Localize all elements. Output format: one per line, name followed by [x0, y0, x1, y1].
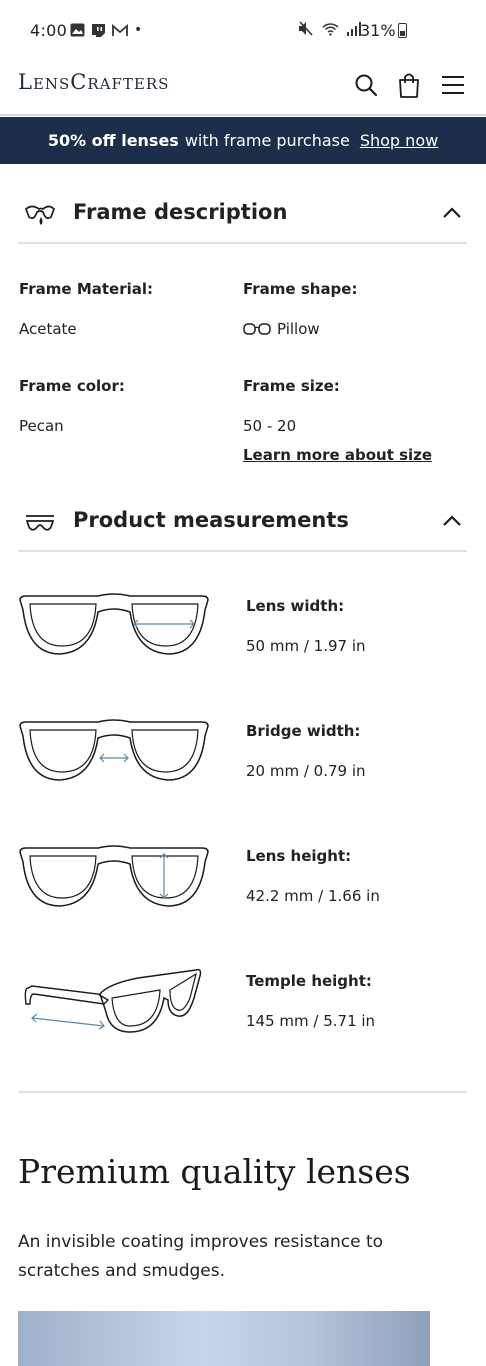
app-header: LensCrafters: [0, 60, 486, 116]
battery-icon: [397, 23, 407, 38]
status-time: 4:00: [30, 21, 68, 40]
lens-width-diagram: [19, 593, 209, 655]
bridge-width-value: 20 mm / 0.79 in: [246, 762, 366, 780]
temple-height-label: Temple height:: [246, 972, 372, 990]
temple-height-diagram: [24, 968, 202, 1033]
lens-image: [18, 1311, 430, 1366]
frame-shape-label: Frame shape:: [243, 280, 358, 298]
gmail-icon: [112, 23, 128, 36]
bridge-width-diagram: [19, 719, 209, 781]
frame-color-value: Pecan: [19, 417, 64, 435]
chevron-up-icon[interactable]: [441, 202, 463, 224]
lens-height-value: 42.2 mm / 1.66 in: [246, 887, 380, 905]
promo-text: with frame purchase: [184, 131, 350, 150]
premium-lenses-title: Premium quality lenses: [18, 1152, 411, 1191]
frame-size-label: Frame size:: [243, 377, 340, 395]
temple-height-value: 145 mm / 5.71 in: [246, 1012, 376, 1030]
promo-banner: 50% off lenses with frame purchase Shop …: [0, 117, 486, 164]
section-divider: [18, 1091, 467, 1093]
frame-size-value: 50 - 20: [243, 417, 297, 435]
frame-material-value: Acetate: [19, 320, 77, 338]
bridge-width-label: Bridge width:: [246, 722, 361, 740]
search-icon[interactable]: [352, 71, 380, 99]
status-notification-icons: •: [70, 21, 142, 39]
frame-shape-value: Pillow: [277, 320, 320, 338]
frame-material-label: Frame Material:: [19, 280, 154, 298]
pillow-shape-icon: [243, 323, 271, 335]
lens-width-value: 50 mm / 1.97 in: [246, 637, 366, 655]
status-bar: 4:00 • 31%: [0, 0, 486, 60]
menu-icon[interactable]: [439, 71, 467, 99]
lens-height-label: Lens height:: [246, 847, 352, 865]
shop-now-link[interactable]: Shop now: [360, 131, 438, 150]
learn-more-size-link[interactable]: Learn more about size: [243, 446, 432, 464]
frame-color-label: Frame color:: [19, 377, 125, 395]
chevron-up-icon[interactable]: [441, 510, 463, 532]
premium-lenses-text: An invisible coating improves resistance…: [18, 1232, 384, 1281]
glasses-drop-icon: [24, 205, 55, 225]
brand-logo[interactable]: LensCrafters: [18, 70, 169, 94]
signal-icon: [347, 21, 361, 36]
frame-description-header[interactable]: Frame description: [18, 186, 467, 244]
status-system-icons: [298, 21, 361, 36]
product-measurements-header[interactable]: Product measurements: [18, 494, 467, 552]
status-dot: •: [134, 22, 143, 38]
lens-height-diagram: [19, 845, 209, 907]
glasses-icon: [25, 515, 55, 531]
gallery-icon: [70, 23, 85, 37]
battery-indicator: 31%: [360, 21, 407, 40]
bag-icon[interactable]: [395, 71, 423, 99]
battery-percent: 31%: [360, 21, 396, 40]
lens-width-label: Lens width:: [246, 597, 345, 615]
frame-shape-value-wrap: Pillow: [243, 320, 320, 338]
twitch-icon: [92, 23, 105, 37]
wifi-icon: [322, 22, 339, 36]
product-measurements-title: Product measurements: [73, 508, 349, 532]
mute-icon: [299, 21, 313, 36]
promo-bold-text: 50% off lenses: [47, 131, 179, 150]
frame-description-title: Frame description: [73, 200, 288, 224]
